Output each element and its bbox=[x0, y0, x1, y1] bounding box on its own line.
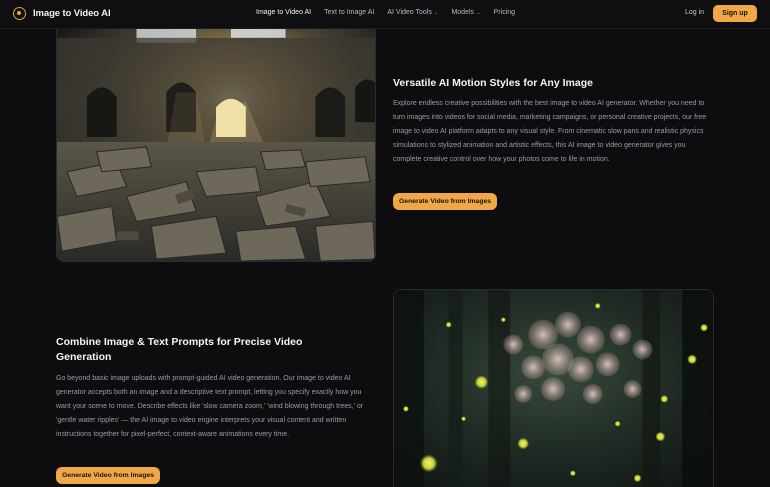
ruins-image bbox=[56, 22, 376, 262]
brand-name: Image to Video AI bbox=[33, 8, 111, 19]
section-heading-motion-styles: Versatile AI Motion Styles for Any Image bbox=[393, 77, 593, 89]
signup-button[interactable]: Sign up bbox=[713, 5, 757, 22]
nav-link-image-to-video[interactable]: Image to Video AI bbox=[256, 9, 311, 16]
chevron-down-icon: ⌄ bbox=[433, 10, 439, 16]
logo-icon bbox=[13, 7, 26, 20]
nav-link-models[interactable]: Models ⌄ bbox=[451, 9, 480, 16]
section-heading-prompts: Combine Image & Text Prompts for Precise… bbox=[56, 336, 303, 363]
chevron-down-icon: ⌄ bbox=[476, 10, 481, 16]
fireflies-image bbox=[393, 289, 714, 487]
brand-logo[interactable]: Image to Video AI bbox=[13, 7, 111, 20]
nav-links: Image to Video AI Text to Image AI AI Vi… bbox=[256, 9, 528, 16]
top-navbar: Image to Video AI Image to Video AI Text… bbox=[0, 0, 770, 29]
section-body-motion-styles: Explore endless creative possibilities w… bbox=[393, 100, 707, 163]
nav-link-ai-video-tools[interactable]: AI Video Tools ⌄ bbox=[387, 9, 438, 16]
nav-link-pricing[interactable]: Pricing bbox=[494, 9, 515, 16]
nav-link-text-to-image[interactable]: Text to Image AI bbox=[324, 9, 374, 16]
generate-video-button[interactable]: Generate Video from Images bbox=[56, 467, 161, 484]
section-body-prompts: Go beyond basic image uploads with promp… bbox=[56, 375, 364, 438]
login-link[interactable]: Log in bbox=[685, 9, 704, 16]
generate-video-button[interactable]: Generate Video from Images bbox=[393, 193, 498, 210]
